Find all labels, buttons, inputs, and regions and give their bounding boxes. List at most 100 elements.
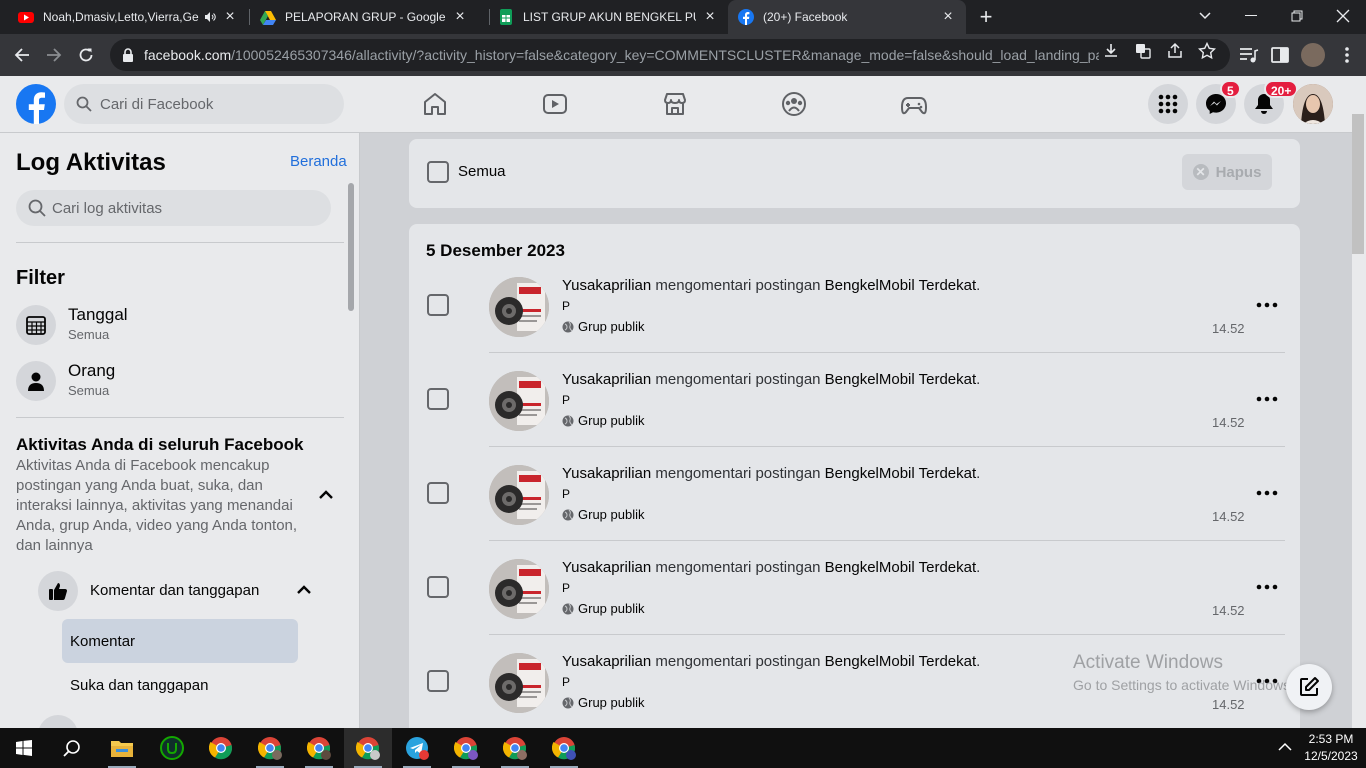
bookmark-star-icon[interactable]: [1198, 42, 1216, 60]
facebook-logo-icon[interactable]: [16, 84, 56, 124]
reload-icon[interactable]: [73, 42, 99, 68]
video-icon[interactable]: [541, 90, 569, 118]
post-thumbnail[interactable]: [489, 653, 549, 713]
filter-heading: Filter: [16, 267, 65, 289]
tab-close-icon[interactable]: ×: [452, 9, 468, 25]
address-bar[interactable]: facebook.com/100052465307346/allactivity…: [110, 39, 1230, 71]
tab-youtube[interactable]: Noah,Dmasiv,Letto,Vierra,Ge ×: [8, 0, 248, 34]
select-all-checkbox[interactable]: [427, 161, 449, 183]
subitem-komentar[interactable]: Komentar: [62, 619, 298, 663]
tab-close-icon[interactable]: ×: [940, 9, 956, 25]
clock-time: 2:53 PM: [1308, 732, 1354, 746]
side-panel-icon[interactable]: [1269, 44, 1291, 66]
gaming-icon[interactable]: [900, 90, 928, 118]
entry-checkbox[interactable]: [427, 294, 449, 316]
post-thumbnail[interactable]: [489, 559, 549, 619]
page-scrollbar[interactable]: [1352, 76, 1366, 728]
delete-button[interactable]: ✕ Hapus: [1182, 154, 1272, 190]
chrome-profile-3-icon[interactable]: [344, 728, 392, 768]
profile-avatar[interactable]: [1301, 43, 1325, 67]
chevron-up-icon[interactable]: [316, 485, 336, 505]
tab-search-chevron-icon[interactable]: [1192, 4, 1218, 28]
entry-checkbox[interactable]: [427, 670, 449, 692]
next-category-icon[interactable]: [38, 715, 78, 728]
tab-google-drive[interactable]: PELAPORAN GRUP - Google Dri ×: [250, 0, 478, 34]
forward-icon[interactable]: [41, 42, 67, 68]
windows-start-icon[interactable]: [0, 728, 48, 768]
upwork-icon[interactable]: [148, 728, 196, 768]
more-options-icon[interactable]: [1256, 394, 1278, 404]
speaker-icon[interactable]: [204, 11, 216, 23]
actor-name[interactable]: Yusakaprilian: [562, 559, 651, 576]
clock-date: 12/5/2023: [1304, 749, 1358, 763]
media-control-icon[interactable]: [1237, 44, 1259, 66]
activity-search-input[interactable]: Cari log aktivitas: [16, 190, 331, 226]
privacy-info: Grup publik: [562, 413, 644, 428]
search-icon[interactable]: [48, 728, 96, 768]
account-avatar[interactable]: [1293, 84, 1333, 124]
post-thumbnail[interactable]: [489, 277, 549, 337]
more-options-icon[interactable]: [1256, 300, 1278, 310]
facebook-search-input[interactable]: Cari di Facebook: [64, 84, 344, 124]
tab-facebook[interactable]: (20+) Facebook ×: [728, 0, 966, 34]
post-owner-name[interactable]: BengkelMobil Terdekat: [825, 371, 976, 388]
lock-icon[interactable]: [122, 48, 134, 62]
groups-icon[interactable]: [780, 90, 808, 118]
post-owner-name[interactable]: BengkelMobil Terdekat: [825, 277, 976, 294]
close-window-icon[interactable]: [1330, 4, 1356, 28]
activity-verb: mengomentari postingan: [651, 277, 825, 294]
chrome-icon[interactable]: [197, 728, 245, 768]
actor-name[interactable]: Yusakaprilian: [562, 277, 651, 294]
chevron-up-icon[interactable]: [294, 580, 314, 600]
share-icon[interactable]: [1166, 42, 1184, 60]
actor-name[interactable]: Yusakaprilian: [562, 653, 651, 670]
actor-name[interactable]: Yusakaprilian: [562, 371, 651, 388]
post-owner-name[interactable]: BengkelMobil Terdekat: [825, 559, 976, 576]
telegram-icon[interactable]: [393, 728, 441, 768]
translate-icon[interactable]: [1134, 42, 1152, 60]
entry-checkbox[interactable]: [427, 576, 449, 598]
system-clock[interactable]: 2:53 PM 12/5/2023: [1296, 731, 1366, 765]
actor-name[interactable]: Yusakaprilian: [562, 465, 651, 482]
tab-google-sheets[interactable]: LIST GRUP AKUN BENGKEL PUR ×: [488, 0, 728, 34]
person-icon: [16, 361, 56, 401]
post-thumbnail[interactable]: [489, 371, 549, 431]
chrome-profile-b-icon[interactable]: [540, 728, 588, 768]
chevron-up-icon[interactable]: [1278, 742, 1292, 752]
new-tab-button[interactable]: +: [976, 6, 996, 28]
chrome-profile-r-icon[interactable]: [491, 728, 539, 768]
home-icon[interactable]: [421, 90, 449, 118]
entry-checkbox[interactable]: [427, 482, 449, 504]
chrome-profile-s-icon[interactable]: [442, 728, 490, 768]
category-comments-reactions[interactable]: Komentar dan tanggapan: [38, 570, 328, 612]
back-icon[interactable]: [9, 42, 35, 68]
sidebar-scrollbar[interactable]: [348, 183, 354, 311]
post-owner-name[interactable]: BengkelMobil Terdekat: [825, 465, 976, 482]
post-thumbnail[interactable]: [489, 465, 549, 525]
activity-end: .: [976, 559, 981, 576]
notifications-button[interactable]: 20+: [1244, 80, 1299, 124]
download-icon[interactable]: [1102, 42, 1120, 60]
entry-checkbox[interactable]: [427, 388, 449, 410]
home-link[interactable]: Beranda: [290, 153, 347, 170]
file-explorer-icon[interactable]: [98, 728, 146, 768]
more-options-icon[interactable]: [1256, 582, 1278, 592]
menu-grid-button[interactable]: [1148, 84, 1188, 124]
more-options-icon[interactable]: [1256, 488, 1278, 498]
tab-close-icon[interactable]: ×: [222, 9, 238, 25]
chrome-profile-2-icon[interactable]: [295, 728, 343, 768]
url-path: /100052465307346/allactivity/?activity_h…: [231, 47, 1099, 63]
filter-date[interactable]: Tanggal Semua: [16, 303, 346, 347]
menu-kebab-icon[interactable]: [1336, 44, 1358, 66]
filter-person[interactable]: Orang Semua: [16, 359, 346, 403]
scrollbar-thumb[interactable]: [1352, 114, 1364, 254]
new-message-button[interactable]: [1286, 664, 1332, 710]
post-owner-name[interactable]: BengkelMobil Terdekat: [825, 653, 976, 670]
subitem-suka-tanggapan[interactable]: Suka dan tanggapan: [70, 677, 208, 694]
tab-close-icon[interactable]: ×: [702, 9, 718, 25]
messenger-button[interactable]: 5: [1196, 80, 1241, 124]
chrome-profile-1-icon[interactable]: [246, 728, 294, 768]
marketplace-icon[interactable]: [661, 90, 689, 118]
restore-icon[interactable]: [1284, 4, 1310, 28]
minimize-icon[interactable]: [1238, 4, 1264, 28]
